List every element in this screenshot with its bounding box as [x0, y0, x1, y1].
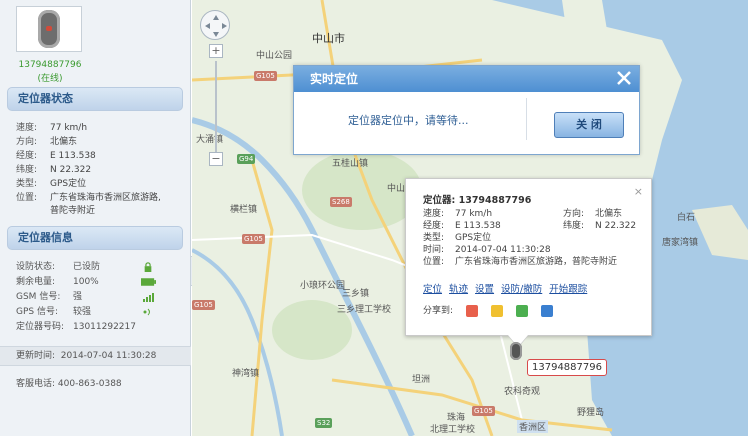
highway-badge: G105 [472, 406, 495, 416]
highway-badge: S268 [330, 197, 352, 207]
map-label: 中山市 [312, 32, 345, 45]
info-gsm-signal: GSM 信号: 强 [16, 290, 176, 305]
signal-icon [143, 293, 154, 302]
map-label: 横栏镇 [230, 205, 258, 215]
map-label: 北理工学校 [430, 425, 476, 435]
wechat-share-icon[interactable] [515, 304, 528, 317]
weibo-share-icon[interactable] [465, 304, 478, 317]
popup-close-icon[interactable]: × [634, 185, 643, 198]
info-section-header[interactable]: 定位器信息 [7, 226, 183, 250]
locating-message: 定位器定位中，请等待... [348, 114, 469, 127]
highway-badge: G105 [192, 300, 215, 310]
arm-disarm-link[interactable]: 设防/撤防 [501, 284, 542, 295]
info-battery: 剩余电量: 100% [16, 275, 176, 290]
highway-badge: S32 [315, 418, 333, 428]
start-tracking-link[interactable]: 开始跟踪 [549, 284, 587, 295]
realtime-locate-dialog: 实时定位 定位器定位中，请等待... 关 闭 [293, 65, 640, 155]
phone-icon [38, 10, 60, 48]
map-label: 野狸岛 [577, 408, 605, 418]
gps-signal-icon [143, 308, 150, 316]
info-arm-status: 设防状态: 已设防 [16, 260, 176, 275]
status-section-header[interactable]: 定位器状态 [7, 87, 183, 111]
popup-row-type: 类型: GPS定位 [423, 233, 492, 243]
popup-row-time: 时间: 2014-07-04 11:30:28 [423, 245, 551, 255]
track-link[interactable]: 轨迹 [449, 284, 468, 295]
close-icon[interactable] [615, 69, 633, 87]
popup-title: 定位器: 13794887796 [423, 195, 532, 206]
zoom-slider[interactable] [215, 61, 217, 154]
device-location-marker[interactable] [510, 342, 522, 360]
popup-actions: 定位 轨迹 设置 设防/撤防 开始跟踪 [423, 281, 594, 295]
status-direction: 方向: 北偏东 [16, 137, 78, 147]
pan-arrows-icon [205, 15, 227, 37]
highway-badge: G105 [242, 234, 265, 244]
status-type: 类型: GPS定位 [16, 179, 87, 189]
divider [526, 98, 527, 140]
share-label: 分享到: [423, 306, 454, 316]
info-gps-signal: GPS 信号: 较强 [16, 305, 176, 320]
status-longitude: 经度: E 113.538 [16, 151, 96, 161]
battery-icon [141, 278, 156, 286]
map-label: 中山公园 [256, 51, 293, 61]
status-speed: 速度: 77 km/h [16, 123, 88, 133]
customer-hotline: 客服电话: 400-863-0388 [16, 379, 122, 389]
map-label: 坦洲 [412, 375, 431, 385]
settings-link[interactable]: 设置 [475, 284, 494, 295]
marker-label[interactable]: 13794887796 [527, 359, 607, 376]
popup-row-coords: 经度: E 113.538 纬度: N 22.322 [423, 221, 637, 231]
map-label: 香洲区 [517, 420, 549, 433]
map-label: 农科奇观 [504, 387, 541, 397]
highway-badge: G94 [237, 154, 256, 164]
device-info-popup: × 定位器: 13794887796 速度: 77 km/h 方向: 北偏东 经度: E… [405, 178, 652, 336]
map-label: 五桂山镇 [332, 159, 369, 169]
update-time: 更新时间: 2014-07-04 11:30:28 [0, 346, 191, 366]
device-thumbnail[interactable] [16, 6, 82, 52]
share-bar: 分享到: [423, 303, 553, 317]
map-label: 白石 [677, 213, 696, 223]
sidebar: 13794887796 (在线) 定位器状态 速度: 77 km/h 方向: 北偏东… [0, 0, 191, 436]
map-label: 神湾镇 [232, 369, 260, 379]
highway-badge: G105 [254, 71, 277, 81]
status-location: 位置: 广东省珠海市香洲区旅游路, [16, 193, 161, 203]
device-online-status: (在线) [37, 74, 63, 84]
map-label: 大涌镇 [196, 135, 224, 145]
info-device-number: 定位器号码: 13011292217 [16, 322, 136, 332]
zoom-in-button[interactable]: + [209, 44, 223, 58]
renren-share-icon[interactable] [540, 304, 553, 317]
map-pan-control[interactable] [200, 10, 230, 40]
locate-link[interactable]: 定位 [423, 284, 442, 295]
map-label: 唐家湾镇 [662, 238, 699, 248]
close-button[interactable]: 关 闭 [554, 112, 624, 138]
map-label: 小琅环公园 [300, 281, 346, 291]
lock-icon [144, 262, 152, 272]
popup-row-speed: 速度: 77 km/h 方向: 北偏东 [423, 209, 623, 219]
popup-row-location: 位置: 广东省珠海市香洲区旅游路，普陀寺附近 [423, 257, 618, 267]
device-id: 13794887796 [18, 60, 82, 70]
map-label: 三乡镇 [342, 289, 370, 299]
status-location-cont: 普陀寺附近 [50, 206, 96, 216]
zoom-out-button[interactable]: − [209, 152, 223, 166]
qzone-share-icon[interactable] [490, 304, 503, 317]
map-label: 三乡理工学校 [337, 305, 392, 315]
status-latitude: 纬度: N 22.322 [16, 165, 92, 175]
dialog-title: 实时定位 [294, 66, 639, 92]
